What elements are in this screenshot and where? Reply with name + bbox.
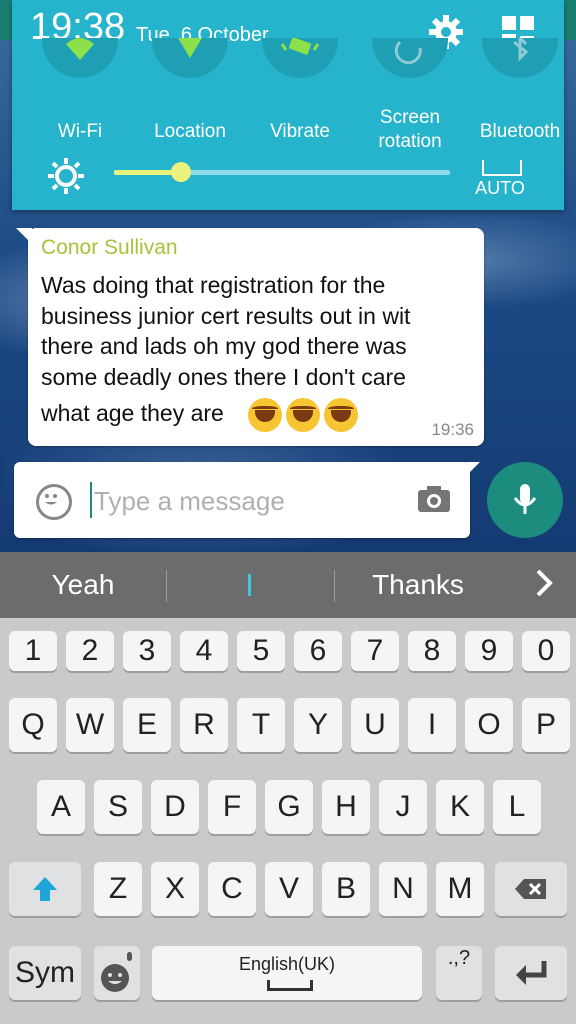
message-line: Was doing that registration for the: [41, 272, 386, 298]
key-v[interactable]: V: [265, 862, 313, 916]
backspace-icon: [515, 879, 546, 899]
voice-message-button[interactable]: [487, 462, 563, 538]
key-e[interactable]: E: [123, 698, 171, 752]
suggestion-bar: Yeah Thanks: [0, 552, 576, 618]
input-tail: [466, 462, 480, 476]
punctuation-key[interactable]: .,?: [436, 946, 482, 1000]
enter-key[interactable]: [495, 946, 567, 1000]
key-z[interactable]: Z: [94, 862, 142, 916]
divider: [166, 570, 167, 602]
key-i[interactable]: I: [408, 698, 456, 752]
key-a[interactable]: A: [37, 780, 85, 834]
bluetooth-icon: [482, 38, 558, 78]
quick-setting-label: Vibrate: [270, 121, 330, 142]
key-o[interactable]: O: [465, 698, 513, 752]
screen-rotation-icon: [372, 38, 448, 78]
microphone-icon: [513, 484, 537, 514]
key-3[interactable]: 3: [123, 631, 171, 671]
backspace-key[interactable]: [495, 862, 567, 916]
camera-icon[interactable]: [416, 484, 452, 514]
brightness-icon: [48, 158, 84, 194]
notification-panel: 19:38 Tue, 6 October Wi-Fi Location Vibr…: [12, 0, 564, 210]
key-r[interactable]: R: [180, 698, 228, 752]
key-7[interactable]: 7: [351, 631, 399, 671]
chevron-right-icon[interactable]: [530, 568, 560, 598]
wifi-icon: [42, 38, 118, 78]
space-key-label: English(UK): [238, 954, 336, 974]
text-caret: [90, 482, 92, 518]
suggestion-middle[interactable]: [248, 574, 251, 596]
key-h[interactable]: H: [322, 780, 370, 834]
key-p[interactable]: P: [522, 698, 570, 752]
message-input[interactable]: Type a message: [14, 462, 480, 538]
message-line: business junior cert results out in wit: [41, 302, 411, 329]
shift-arrow-icon: [33, 877, 57, 901]
location-icon: [152, 38, 228, 78]
bubble-tail: [16, 228, 32, 244]
key-q[interactable]: Q: [9, 698, 57, 752]
quick-setting-label: Screen rotation: [378, 107, 442, 152]
message-line: there and lads oh my god there was: [41, 333, 407, 359]
space-key[interactable]: English(UK): [152, 946, 422, 1000]
key-8[interactable]: 8: [408, 631, 456, 671]
laughing-crying-emoji: [324, 398, 358, 432]
shift-key[interactable]: [9, 862, 81, 916]
emoji-voice-icon: [101, 952, 132, 992]
emoji-row: [248, 398, 362, 432]
key-m[interactable]: M: [436, 862, 484, 916]
key-d[interactable]: D: [151, 780, 199, 834]
symbols-key[interactable]: Sym: [9, 946, 81, 1000]
suggestion-right[interactable]: Thanks: [334, 552, 502, 618]
brightness-slider[interactable]: [114, 162, 450, 182]
laughing-crying-emoji: [248, 398, 282, 432]
key-s[interactable]: S: [94, 780, 142, 834]
sender-name: Conor Sullivan: [41, 236, 178, 259]
auto-brightness-label[interactable]: AUTO: [462, 178, 538, 199]
suggestion-left[interactable]: Yeah: [0, 552, 166, 618]
message-line: some deadly ones there I don't care: [41, 363, 406, 390]
message-text: Was doing that registration for the busi…: [41, 270, 471, 392]
key-9[interactable]: 9: [465, 631, 513, 671]
key-1[interactable]: 1: [9, 631, 57, 671]
key-f[interactable]: F: [208, 780, 256, 834]
key-w[interactable]: W: [66, 698, 114, 752]
message-placeholder[interactable]: Type a message: [94, 486, 285, 517]
quick-setting-label: Location: [154, 121, 226, 142]
message-time: 19:36: [431, 420, 474, 439]
emoji-picker-icon[interactable]: [36, 484, 72, 520]
message-line: what age they are: [41, 400, 224, 426]
auto-brightness-icon[interactable]: [482, 160, 522, 176]
vibrate-icon: [262, 38, 338, 78]
key-4[interactable]: 4: [180, 631, 228, 671]
brightness-slider-knob[interactable]: [171, 162, 192, 182]
key-k[interactable]: K: [436, 780, 484, 834]
key-6[interactable]: 6: [294, 631, 342, 671]
key-2[interactable]: 2: [66, 631, 114, 671]
laughing-crying-emoji: [286, 398, 320, 432]
message-bubble[interactable]: Conor Sullivan Was doing that registrati…: [16, 228, 484, 446]
key-t[interactable]: T: [237, 698, 285, 752]
key-c[interactable]: C: [208, 862, 256, 916]
key-y[interactable]: Y: [294, 698, 342, 752]
key-b[interactable]: B: [322, 862, 370, 916]
space-bar-icon: [267, 980, 313, 991]
quick-setting-label: Bluetooth: [479, 121, 561, 142]
key-x[interactable]: X: [151, 862, 199, 916]
emoji-voice-key[interactable]: [94, 946, 140, 1000]
key-5[interactable]: 5: [237, 631, 285, 671]
key-j[interactable]: J: [379, 780, 427, 834]
key-u[interactable]: U: [351, 698, 399, 752]
keyboard: 1 2 3 4 5 6 7 8 9 0 Q W E R T Y U I O P …: [0, 618, 576, 1024]
enter-icon: [516, 961, 547, 985]
key-g[interactable]: G: [265, 780, 313, 834]
quick-setting-label: Wi-Fi: [57, 121, 103, 142]
punctuation-label: .,?: [447, 947, 471, 969]
key-l[interactable]: L: [493, 780, 541, 834]
key-0[interactable]: 0: [522, 631, 570, 671]
key-n[interactable]: N: [379, 862, 427, 916]
